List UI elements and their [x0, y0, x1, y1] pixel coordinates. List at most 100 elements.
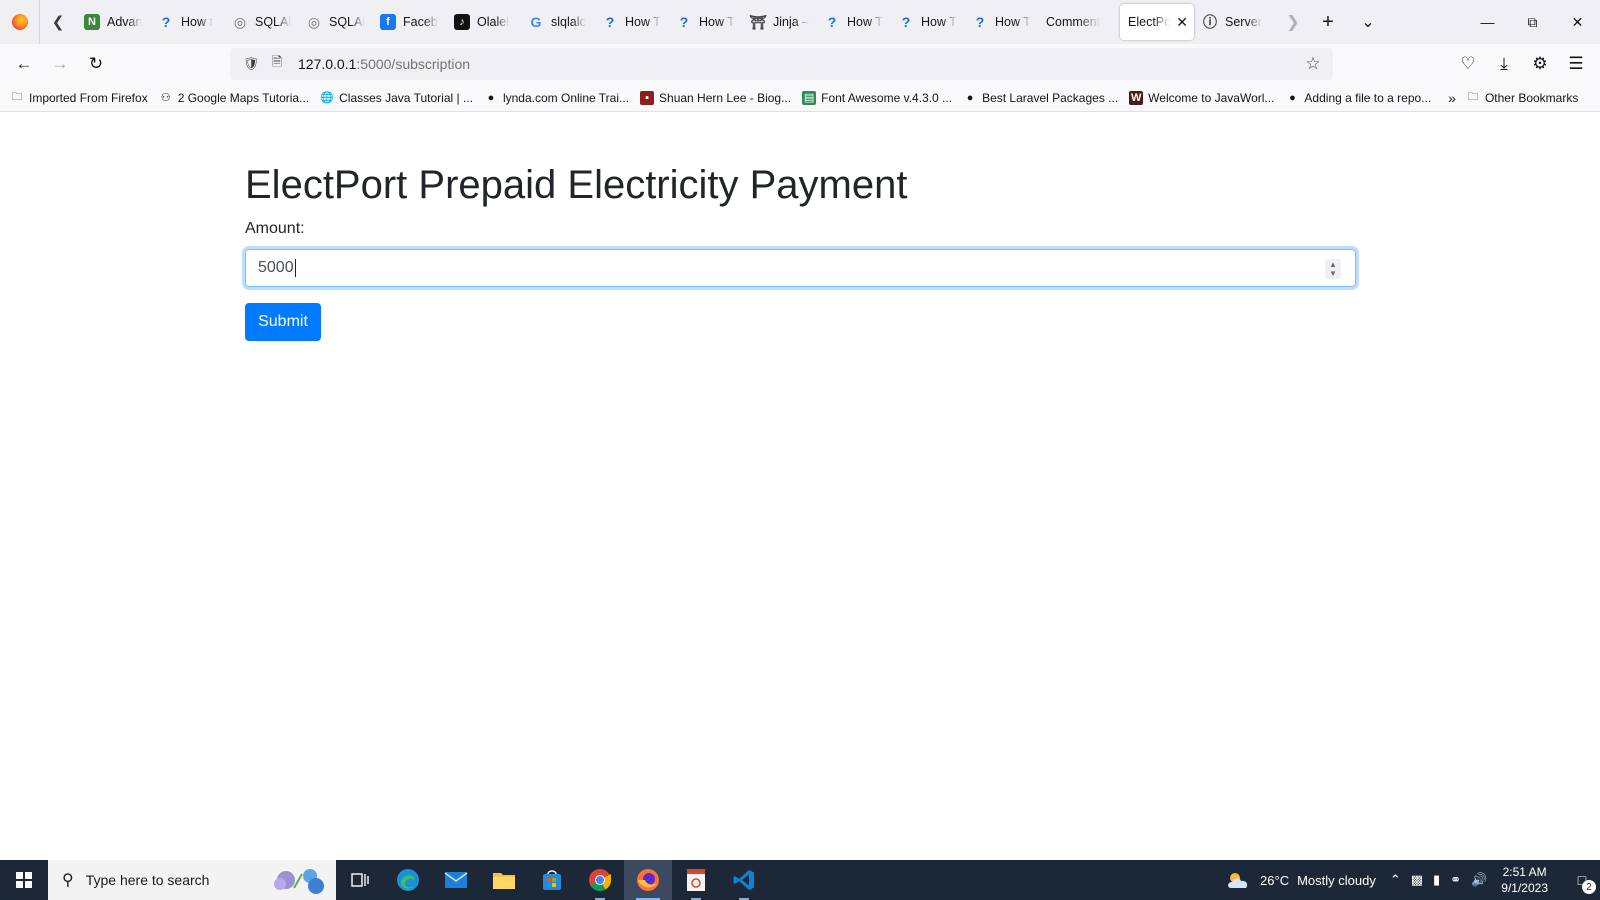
bookmark-item[interactable]: ● Best Laravel Packages ... [963, 91, 1118, 105]
vscode-taskbar-button[interactable] [720, 860, 768, 900]
bookmark-item[interactable]: ⚇ 2 Google Maps Tutoria... [159, 91, 309, 105]
task-view-button[interactable] [336, 860, 384, 900]
bookmark-item[interactable]: 🌐 Classes Java Tutorial | ... [320, 91, 473, 105]
downloads-icon[interactable]: ⤓ [1486, 48, 1522, 80]
text-caret [294, 259, 296, 277]
bookmarks-toolbar: 🗀 Imported From Firefox ⚇ 2 Google Maps Tut… [0, 84, 1600, 112]
menu-icon[interactable]: ☰ [1558, 48, 1594, 80]
amount-input[interactable]: 5000 ▲ ▼ [245, 249, 1356, 287]
nodejs-icon: N [84, 14, 100, 30]
portrait-icon: ▪ [640, 90, 655, 105]
tiktok-icon: ♪ [454, 14, 470, 30]
chrome-taskbar-button[interactable] [576, 860, 624, 900]
bookmark-item[interactable]: ▪ Shuan Hern Lee - Biog... [640, 90, 791, 105]
bookmark-item[interactable]: 🗀 Imported From Firefox [10, 91, 148, 105]
meet-now-icon[interactable]: ▩ [1411, 872, 1423, 888]
url-path: :5000/subscription [356, 56, 471, 72]
restore-button[interactable]: ⧉ [1510, 0, 1555, 44]
browser-tab[interactable]: ? How T [816, 4, 890, 40]
address-bar[interactable]: 🛡 🗎 127.0.0.1:5000/subscription ☆ [230, 48, 1333, 80]
bookmarks-overflow-icon[interactable]: » [1448, 90, 1456, 106]
clock[interactable]: 2:51 AM 9/1/2023 [1501, 864, 1548, 896]
tab-scroll-right-button[interactable]: ❯ [1278, 0, 1308, 44]
clock-date: 9/1/2023 [1501, 881, 1548, 895]
extensions-icon[interactable]: ⚙ [1522, 48, 1558, 80]
tab-scroll-left-button[interactable]: ❮ [40, 0, 76, 44]
browser-tab[interactable]: ? How T [890, 4, 964, 40]
url-host: 127.0.0.1 [298, 56, 357, 72]
new-tab-button[interactable]: + [1308, 0, 1348, 44]
chrome-icon [589, 869, 611, 891]
tracking-protection-icon[interactable]: 🛡 [240, 53, 262, 75]
browser-tab[interactable]: ElectPo ✕ [1120, 4, 1194, 40]
taskbar-search-box[interactable]: ⚲ Type here to search [48, 860, 336, 900]
show-hidden-icons-chevron-icon[interactable]: ⌃ [1390, 872, 1401, 888]
font-awesome-icon: ▤ [802, 90, 817, 105]
pocket-icon[interactable]: ♡ [1450, 48, 1486, 80]
submit-button[interactable]: Submit [245, 303, 321, 341]
browser-tab[interactable]: ♪ Olalel [446, 4, 520, 40]
weather-widget[interactable]: 26°C Mostly cloudy [1226, 871, 1376, 889]
edge-taskbar-button[interactable] [384, 860, 432, 900]
browser-tab[interactable]: ? How T [594, 4, 668, 40]
browser-tab[interactable]: N Advan [76, 4, 150, 40]
tab-title: How T [921, 15, 957, 29]
browser-tab[interactable]: Comment [1038, 4, 1120, 40]
tab-title: Olalel [477, 15, 509, 29]
bookmark-item[interactable]: ● lynda.com Online Trai... [484, 91, 629, 105]
other-bookmarks-label: Other Bookmarks [1484, 90, 1579, 105]
tab-title: Faceb [403, 15, 438, 29]
tab-title: How t [181, 15, 213, 29]
reload-button[interactable]: ↻ [78, 48, 114, 80]
battery-icon[interactable]: ▮ [1433, 872, 1440, 888]
page-content: ElectPort Prepaid Electricity Payment Am… [0, 113, 1600, 860]
page-info-icon[interactable]: 🗎 [266, 53, 288, 75]
browser-tab[interactable]: f Faceb [372, 4, 446, 40]
start-button[interactable] [0, 860, 48, 900]
firefox-view-button[interactable] [0, 0, 40, 44]
bookmark-item[interactable]: W Welcome to JavaWorl... [1129, 90, 1274, 105]
tab-strip: ❮ N Advan? How t ◎ SQLAl ◎ SQLAl f Faceb ♪ Olalel G… [0, 0, 1600, 44]
weather-desc: Mostly cloudy [1297, 872, 1376, 888]
back-button[interactable]: ← [6, 48, 42, 80]
folder-icon: 🗀 [1467, 91, 1479, 103]
number-stepper[interactable]: ▲ ▼ [1325, 259, 1341, 279]
notification-center-button[interactable]: □ 2 [1564, 860, 1600, 900]
browser-tab[interactable]: ? How T [668, 4, 742, 40]
other-bookmarks[interactable]: 🗀 Other Bookmarks [1466, 91, 1578, 105]
tab-title: How T [625, 15, 661, 29]
mail-icon [444, 872, 468, 888]
cloudy-weather-icon [1228, 873, 1248, 888]
store-taskbar-button[interactable] [528, 860, 576, 900]
browser-tab[interactable]: ? How t [150, 4, 224, 40]
volume-icon[interactable]: 🔊 [1471, 872, 1487, 888]
bookmark-star-icon[interactable]: ☆ [1301, 52, 1325, 76]
firefox-icon [11, 14, 28, 30]
sqlalchemy-icon: ◎ [233, 13, 247, 30]
bookmark-item[interactable]: ● Adding a file to a repo... [1285, 91, 1431, 105]
browser-tab[interactable]: ? How T [964, 4, 1038, 40]
browser-tab[interactable]: ⓘ Server [1194, 4, 1278, 40]
browser-tab[interactable]: ◎ SQLAl [224, 4, 298, 40]
forward-button[interactable]: → [42, 48, 78, 80]
bookmark-label: Font Awesome v.4.3.0 ... [821, 90, 953, 105]
browser-tab[interactable]: ⛩ Jinja – [742, 4, 816, 40]
stepper-up-icon[interactable]: ▲ [1329, 260, 1337, 269]
firefox-taskbar-button[interactable] [624, 860, 672, 900]
bookmark-label: Classes Java Tutorial | ... [339, 90, 473, 105]
minimize-button[interactable]: — [1465, 0, 1510, 44]
app-taskbar-button[interactable] [672, 860, 720, 900]
mail-taskbar-button[interactable] [432, 860, 480, 900]
stepper-down-icon[interactable]: ▼ [1329, 269, 1337, 278]
tab-title: How T [699, 15, 735, 29]
file-explorer-taskbar-button[interactable] [480, 860, 528, 900]
bookmark-item[interactable]: ▤ Font Awesome v.4.3.0 ... [802, 90, 953, 105]
browser-tab[interactable]: ◎ SQLAl [298, 4, 372, 40]
network-globe-icon[interactable]: ⚭ [1450, 872, 1461, 888]
close-window-button[interactable]: ✕ [1555, 0, 1600, 44]
list-all-tabs-button[interactable]: ⌄ [1348, 0, 1388, 44]
search-placeholder: Type here to search [85, 872, 210, 888]
browser-tab[interactable]: Gslqlalc [520, 4, 594, 40]
close-tab-icon[interactable]: ✕ [1176, 14, 1188, 31]
url-text[interactable]: 127.0.0.1:5000/subscription [298, 56, 470, 72]
